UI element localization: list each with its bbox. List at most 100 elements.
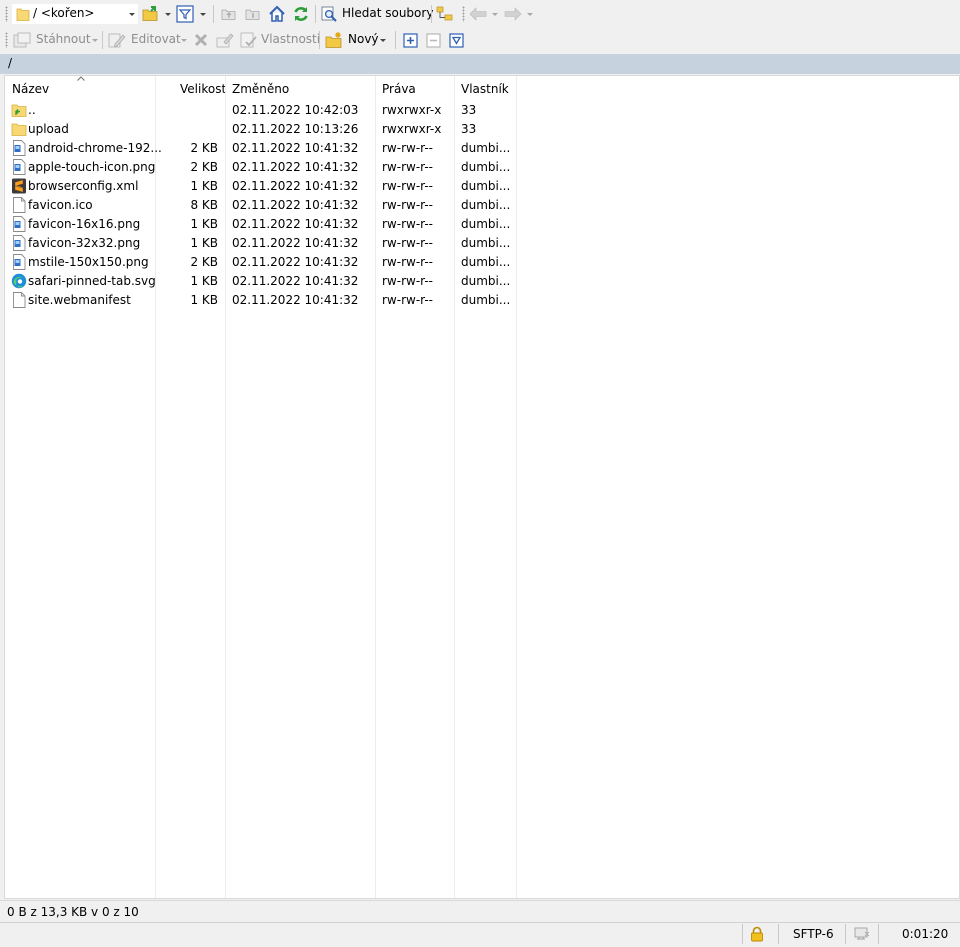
connection-status-bar: SFTP-6 0:01:20: [0, 922, 960, 947]
file-size: 1 KB: [190, 293, 218, 307]
chevron-down-icon[interactable]: [165, 13, 171, 16]
select-files-icon[interactable]: [403, 33, 418, 48]
chevron-down-icon: [181, 39, 187, 42]
status-separator: [878, 924, 879, 944]
file-row[interactable]: favicon-32x32.png 1 KB 02.11.2022 10:41:32…: [5, 234, 525, 253]
blank-file-icon: [13, 292, 26, 308]
file-rights: rw-rw-r--: [382, 198, 433, 212]
folder-icon: [11, 123, 27, 136]
tree-view-icon[interactable]: [436, 6, 454, 22]
file-row[interactable]: upload 02.11.2022 10:13:26 rwxrwxr-x 33: [5, 120, 525, 139]
file-rights: rw-rw-r--: [382, 236, 433, 250]
current-path: /: [8, 56, 13, 70]
file-modified: 02.11.2022 10:42:03: [232, 103, 359, 117]
find-files-icon[interactable]: [321, 6, 337, 22]
status-separator: [778, 924, 779, 944]
file-modified: 02.11.2022 10:41:32: [232, 236, 359, 250]
file-owner: dumbi...: [461, 141, 511, 155]
folder-icon: [16, 8, 30, 21]
chevron-down-icon[interactable]: [200, 13, 206, 16]
file-rights: rw-rw-r--: [382, 255, 433, 269]
file-row[interactable]: safari-pinned-tab.svg 1 KB 02.11.2022 10:4…: [5, 272, 525, 291]
file-row[interactable]: android-chrome-192... 2 KB 02.11.2022 10:4…: [5, 139, 525, 158]
selection-status-bar: 0 B z 13,3 KB v 0 z 10: [0, 900, 960, 923]
sublime-file-icon: [12, 178, 26, 194]
file-rights: rwxrwxr-x: [382, 103, 442, 117]
file-size: 1 KB: [190, 179, 218, 193]
chevron-down-icon[interactable]: [380, 39, 386, 42]
toolbar-separator: [431, 5, 432, 23]
column-header-owner[interactable]: Vlastník: [461, 82, 509, 96]
file-owner: dumbi...: [461, 255, 511, 269]
file-owner: 33: [461, 122, 477, 136]
file-modified: 02.11.2022 10:41:32: [232, 160, 359, 174]
toolbar-grip[interactable]: [5, 6, 8, 22]
parent-directory-icon: [221, 9, 236, 20]
file-row[interactable]: mstile-150x150.png 2 KB 02.11.2022 10:41:3…: [5, 253, 525, 272]
image-file-icon: [13, 216, 26, 232]
forward-arrow-icon: [504, 7, 522, 21]
refresh-icon[interactable]: [292, 5, 310, 23]
file-name: apple-touch-icon.png: [28, 160, 156, 174]
lock-icon[interactable]: [750, 926, 764, 942]
download-button: Stáhnout: [36, 32, 91, 46]
file-name: safari-pinned-tab.svg: [28, 274, 156, 288]
status-separator: [845, 924, 846, 944]
protocol-indicator[interactable]: SFTP-6: [793, 927, 834, 941]
file-modified: 02.11.2022 10:41:32: [232, 274, 359, 288]
column-header-changed[interactable]: Změněno: [232, 82, 289, 96]
back-arrow-icon: [469, 7, 487, 21]
file-rights: rw-rw-r--: [382, 179, 433, 193]
file-row[interactable]: favicon.ico 8 KB 02.11.2022 10:41:32 rw-rw-…: [5, 196, 525, 215]
chevron-down-icon: [492, 13, 498, 16]
location-combo-value: / <kořen>: [33, 6, 95, 20]
delete-icon: [194, 33, 208, 47]
chevron-down-icon: [92, 39, 98, 42]
parent-folder-icon: [11, 104, 27, 117]
edge-file-icon: [11, 273, 27, 289]
file-owner: 33: [461, 103, 477, 117]
file-list[interactable]: Název Velikost Změněno Práva Vlastník ..…: [4, 75, 960, 899]
file-rights: rw-rw-r--: [382, 293, 433, 307]
column-header-name[interactable]: Název: [12, 82, 49, 96]
download-icon: [13, 32, 31, 48]
find-files-button[interactable]: Hledat soubory: [342, 6, 433, 20]
network-icon[interactable]: [854, 927, 870, 942]
location-combo[interactable]: / <kořen>: [12, 4, 138, 24]
column-header-rights[interactable]: Práva: [382, 82, 416, 96]
file-size: 1 KB: [190, 236, 218, 250]
file-size: 2 KB: [190, 255, 218, 269]
file-owner: dumbi...: [461, 236, 511, 250]
file-name: browserconfig.xml: [28, 179, 139, 193]
toolbar-navigation: / <kořen> Hledat soubory: [0, 1, 960, 27]
new-button[interactable]: Nový: [348, 32, 379, 46]
file-name: android-chrome-192...: [28, 141, 162, 155]
toolbar-separator: [102, 31, 103, 49]
file-owner: dumbi...: [461, 198, 511, 212]
file-rights: rwxrwxr-x: [382, 122, 442, 136]
filter-icon[interactable]: [176, 5, 194, 23]
file-modified: 02.11.2022 10:41:32: [232, 255, 359, 269]
blank-file-icon: [13, 197, 26, 213]
new-folder-icon[interactable]: [325, 31, 343, 49]
filter-selection-icon[interactable]: [449, 33, 464, 48]
file-modified: 02.11.2022 10:41:32: [232, 217, 359, 231]
file-row[interactable]: .. 02.11.2022 10:42:03 rwxrwxr-x 33: [5, 101, 525, 120]
file-row[interactable]: browserconfig.xml 1 KB 02.11.2022 10:41:32…: [5, 177, 525, 196]
open-directory-icon[interactable]: [142, 5, 160, 23]
file-name: ..: [28, 103, 36, 117]
file-modified: 02.11.2022 10:41:32: [232, 141, 359, 155]
file-row[interactable]: favicon-16x16.png 1 KB 02.11.2022 10:41:32…: [5, 215, 525, 234]
file-modified: 02.11.2022 10:41:32: [232, 179, 359, 193]
properties-icon: [240, 32, 257, 48]
file-owner: dumbi...: [461, 217, 511, 231]
toolbar-grip[interactable]: [462, 6, 465, 22]
file-row[interactable]: apple-touch-icon.png 2 KB 02.11.2022 10:41…: [5, 158, 525, 177]
toolbar-grip[interactable]: [5, 32, 8, 48]
column-header-size[interactable]: Velikost: [180, 82, 226, 96]
file-row[interactable]: site.webmanifest 1 KB 02.11.2022 10:41:32 r…: [5, 291, 525, 310]
file-size: 2 KB: [190, 160, 218, 174]
edit-button: Editovat: [131, 32, 181, 46]
home-icon[interactable]: [268, 5, 286, 23]
path-bar[interactable]: /: [0, 54, 960, 74]
